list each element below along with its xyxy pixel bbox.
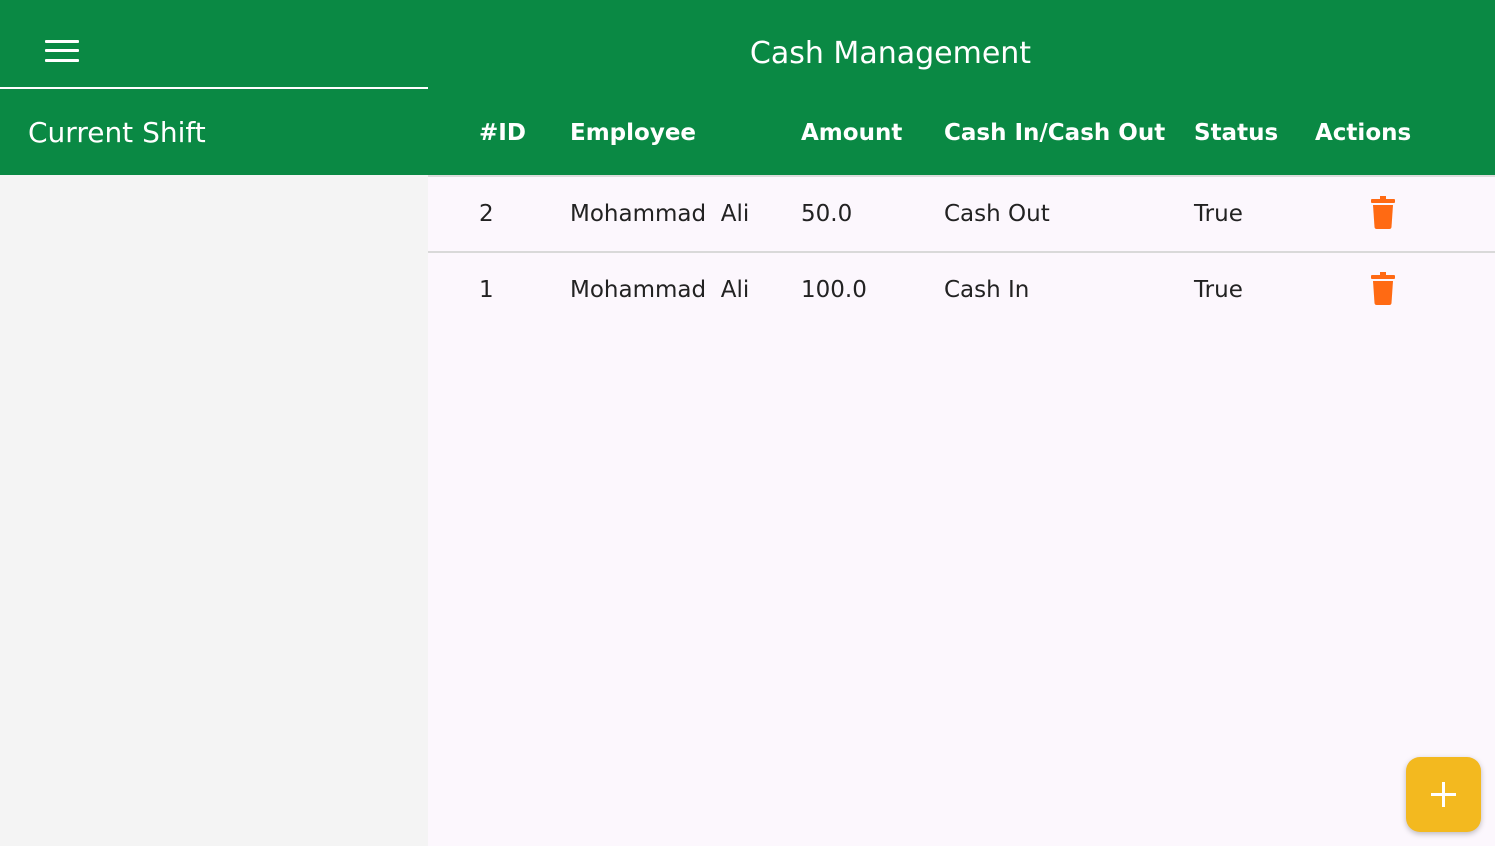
trash-icon [1371, 272, 1395, 305]
trash-icon [1371, 196, 1395, 229]
table-row: 2 Mohammad Ali 50.0 Cash Out True [428, 177, 1495, 253]
menu-icon-line [45, 49, 79, 52]
column-header-cash-type: Cash In/Cash Out [944, 120, 1166, 146]
cell-amount: 100.0 [801, 277, 867, 303]
table-row: 1 Mohammad Ali 100.0 Cash In True [428, 253, 1495, 327]
column-header-employee: Employee [570, 120, 697, 146]
sidebar-item-current-shift[interactable]: Current Shift [0, 89, 428, 175]
cell-employee: Mohammad Ali [570, 201, 750, 227]
cell-amount: 50.0 [801, 201, 853, 227]
plus-icon [1431, 782, 1456, 807]
sidebar-item-label: Current Shift [28, 116, 206, 149]
page-title: Cash Management [749, 36, 1032, 71]
table-header: #ID Employee Amount Cash In/Cash Out Sta… [428, 87, 1495, 177]
menu-button[interactable] [34, 30, 90, 76]
cell-cash-type: Cash In [944, 277, 1030, 303]
app-window: Cash Management Current Shift #ID Employ… [0, 0, 1495, 846]
cell-cash-type: Cash Out [944, 201, 1050, 227]
cell-status: True [1194, 277, 1243, 303]
column-header-actions: Actions [1315, 120, 1412, 146]
cell-status: True [1194, 201, 1243, 227]
column-header-amount: Amount [801, 120, 903, 146]
main-content: #ID Employee Amount Cash In/Cash Out Sta… [428, 87, 1495, 846]
app-bar: Cash Management [0, 0, 1495, 87]
add-button[interactable] [1406, 757, 1481, 832]
sidebar [0, 87, 428, 846]
column-header-status: Status [1194, 120, 1279, 146]
delete-button[interactable] [1366, 195, 1400, 231]
column-header-id: #ID [479, 120, 526, 146]
cell-id: 2 [479, 201, 494, 227]
cell-employee: Mohammad Ali [570, 277, 750, 303]
menu-icon-line [45, 40, 79, 43]
menu-icon-line [45, 59, 79, 62]
cell-id: 1 [479, 277, 494, 303]
delete-button[interactable] [1366, 271, 1400, 307]
